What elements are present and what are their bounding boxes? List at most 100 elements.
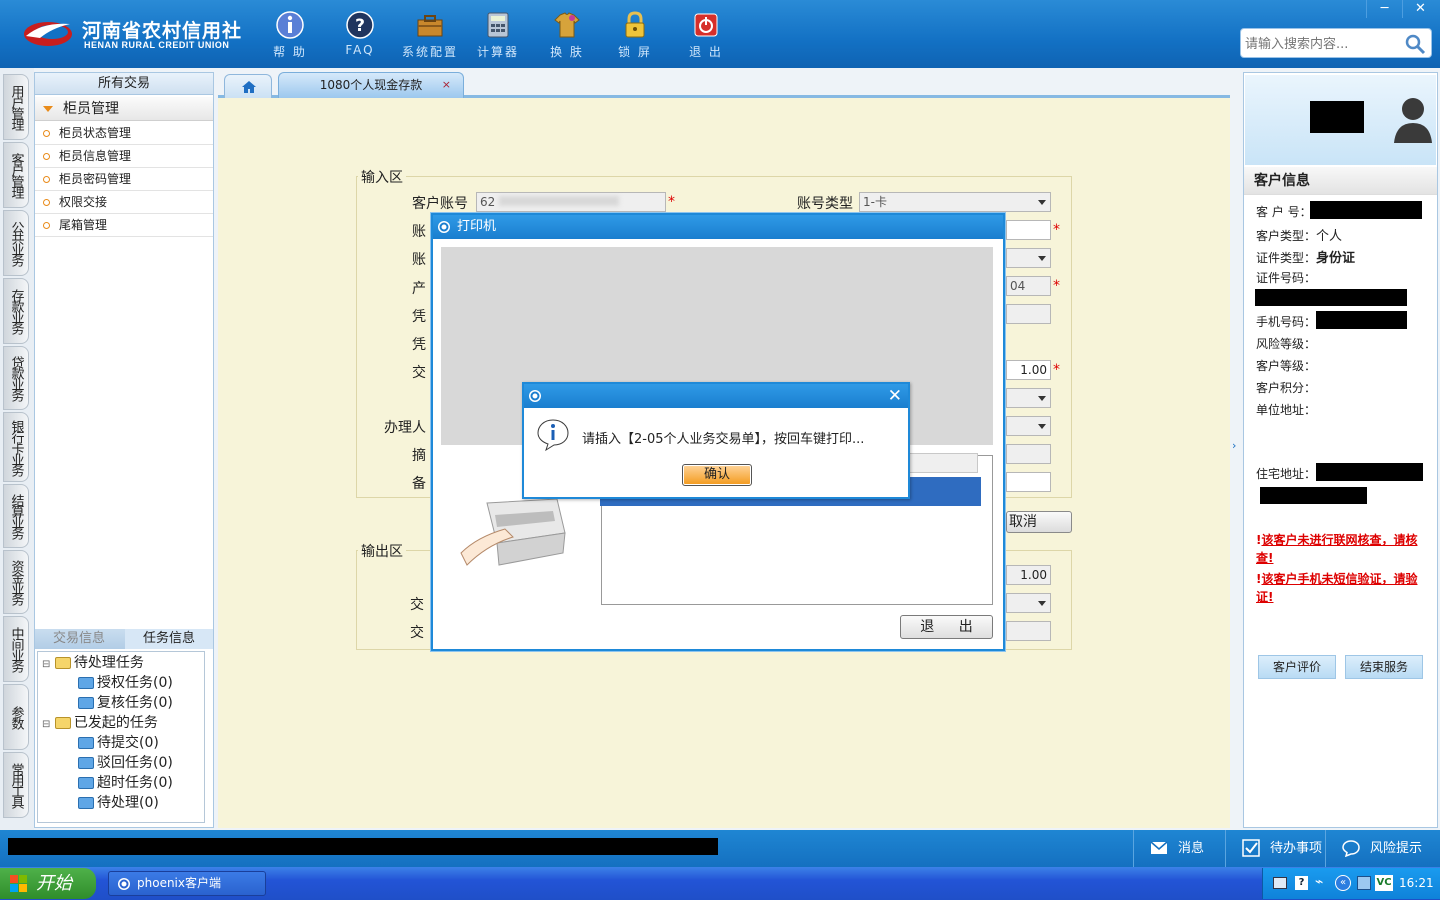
messages-button[interactable]: 消息 xyxy=(1133,830,1225,867)
product-input[interactable]: 04 xyxy=(1006,276,1051,296)
menu-item-label: 柜员密码管理 xyxy=(59,172,132,186)
partial-label: 交 xyxy=(410,625,424,641)
change-skin-button[interactable]: 换 肤 xyxy=(535,6,599,62)
partial-label: 账 xyxy=(412,252,426,268)
tree-node-label: 超时任务(0) xyxy=(97,775,173,791)
field-select[interactable] xyxy=(1006,248,1051,268)
all-transactions-header[interactable]: 所有交易 xyxy=(35,73,213,95)
vtab-customer-management[interactable]: 客户管理 xyxy=(3,142,29,208)
tab-cash-deposit[interactable]: 1080个人现金存款 × xyxy=(278,72,464,98)
field-select[interactable] xyxy=(1006,388,1051,408)
teller-management-group[interactable]: 柜员管理 xyxy=(35,97,213,121)
lock-icon xyxy=(625,11,645,38)
warning-sms-verification[interactable]: !该客户手机未短信验证，请验证! xyxy=(1256,570,1434,606)
tree-node-authorize[interactable]: 授权任务(0) xyxy=(78,673,173,693)
messages-label: 消息 xyxy=(1178,841,1205,856)
calculator-button[interactable]: 计算器 xyxy=(466,6,530,62)
warning-network-verification[interactable]: !该客户未进行联网核查，请核查! xyxy=(1256,531,1434,567)
home-tab[interactable] xyxy=(224,74,272,98)
tab-task-info[interactable]: 任务信息 xyxy=(125,629,213,649)
tree-node-to-process[interactable]: 待处理(0) xyxy=(78,793,159,813)
tab-close-icon[interactable]: × xyxy=(442,73,451,97)
tree-node-rejected[interactable]: 驳回任务(0) xyxy=(78,753,173,773)
menu-item-teller-info[interactable]: 柜员信息管理 xyxy=(35,145,213,168)
tree-node-to-submit[interactable]: 待提交(0) xyxy=(78,733,159,753)
search-input[interactable] xyxy=(1245,34,1405,54)
account-type-select[interactable]: 1-卡 xyxy=(859,192,1051,212)
usb-icon[interactable]: ⌁ xyxy=(1315,874,1325,892)
field-input[interactable] xyxy=(1006,444,1051,464)
vtab-public-business[interactable]: 公共业务 xyxy=(3,210,29,276)
help-tray-icon[interactable]: ? xyxy=(1295,876,1308,890)
lock-screen-button[interactable]: 锁 屏 xyxy=(603,6,667,62)
tree-node-timeout[interactable]: 超时任务(0) xyxy=(78,773,173,793)
field-value: 身份证 xyxy=(1316,251,1356,266)
tree-node-review[interactable]: 复核任务(0) xyxy=(78,693,173,713)
keyboard-icon[interactable] xyxy=(1273,877,1287,889)
vtab-user-management[interactable]: 用户管理 xyxy=(3,74,29,140)
collapse-arrow-icon[interactable]: › xyxy=(1232,426,1242,466)
start-button[interactable]: 开始 xyxy=(0,868,96,899)
field-input[interactable] xyxy=(1006,220,1051,240)
cancel-button[interactable]: 取消 xyxy=(1006,511,1072,533)
risk-alert-button[interactable]: 风险提示 xyxy=(1325,830,1440,867)
field-label: 单位地址： xyxy=(1256,403,1317,417)
power-icon xyxy=(694,13,718,37)
menu-item-cash-box[interactable]: 尾箱管理 xyxy=(35,214,213,237)
tree-node-pending[interactable]: ⊟ 待处理任务 xyxy=(42,653,144,673)
dropdown-arrow-icon xyxy=(1038,601,1046,606)
field-label: 客户等级： xyxy=(1256,359,1317,373)
dialog-close-button[interactable]: ✕ xyxy=(888,386,902,406)
menu-item-label: 尾箱管理 xyxy=(59,218,108,232)
output-amount: 1.00 xyxy=(1006,565,1051,585)
vtab-loan-business[interactable]: 贷款业务 xyxy=(3,346,29,410)
message-dialog: ✕ 请插入【2-05个人业务交易单】，按回车键打印... 确认 xyxy=(522,382,910,499)
calculator-label: 计算器 xyxy=(476,45,519,59)
customer-evaluation-button[interactable]: 客户评价 xyxy=(1258,655,1336,679)
menu-item-teller-status[interactable]: 柜员状态管理 xyxy=(35,122,213,145)
network-icon[interactable] xyxy=(1357,876,1371,890)
tree-node-initiated[interactable]: ⊟ 已发起的任务 xyxy=(42,713,158,733)
remark-input[interactable] xyxy=(1006,472,1051,492)
vc-icon[interactable]: VC xyxy=(1375,875,1393,891)
vtab-common-tools[interactable]: 常用工具 xyxy=(3,752,29,818)
menu-item-teller-password[interactable]: 柜员密码管理 xyxy=(35,168,213,191)
tab-transaction-info[interactable]: 交易信息 xyxy=(35,629,123,649)
vtab-settlement-business[interactable]: 结算业务 xyxy=(3,484,29,548)
change-skin-label: 换 肤 xyxy=(550,45,584,59)
system-config-button[interactable]: 系统配置 xyxy=(398,6,462,62)
todo-button[interactable]: 待办事项 xyxy=(1225,830,1325,867)
taskbar-item-phoenix[interactable]: phoenix客户端 xyxy=(108,871,266,896)
field-work-address: 单位地址： xyxy=(1256,401,1316,418)
account-type-value: 1-卡 xyxy=(863,195,887,209)
search-icon[interactable] xyxy=(1403,32,1427,56)
risk-alert-label: 风险提示 xyxy=(1370,841,1423,856)
calculator-icon xyxy=(487,12,509,38)
amount-input[interactable]: 1.00 xyxy=(1006,360,1051,380)
menu-item-permission-handover[interactable]: 权限交接 xyxy=(35,191,213,214)
close-window-button[interactable]: ✕ xyxy=(1402,0,1438,18)
partial-label: 凭 xyxy=(412,309,426,325)
account-label: 客户账号 xyxy=(412,196,468,212)
help-button[interactable]: 帮 助 xyxy=(258,6,322,62)
ie-icon xyxy=(118,878,130,890)
vtab-bank-card-business[interactable]: 银行卡业务 xyxy=(3,412,29,482)
minimize-button[interactable]: ─ xyxy=(1366,0,1402,18)
vtab-fund-business[interactable]: 资金业务 xyxy=(3,550,29,614)
field-select[interactable] xyxy=(1006,416,1051,436)
redacted-value xyxy=(1260,487,1367,504)
account-input[interactable]: 62 xyxy=(476,192,666,212)
field-input[interactable] xyxy=(1006,304,1051,324)
redacted-value xyxy=(1316,311,1407,329)
vtab-deposit-business[interactable]: 存款业务 xyxy=(3,278,29,344)
faq-button[interactable]: ? FAQ xyxy=(328,6,392,62)
expand-tray-icon[interactable]: « xyxy=(1335,875,1351,891)
mail-icon xyxy=(1150,841,1168,854)
vtab-parameters[interactable]: 参数 xyxy=(3,684,29,750)
confirm-button[interactable]: 确认 xyxy=(682,464,752,486)
message-text: 请插入【2-05个人业务交易单】，按回车键打印... xyxy=(582,432,865,447)
logout-button[interactable]: 退 出 xyxy=(674,6,738,62)
vtab-intermediate-business[interactable]: 中间业务 xyxy=(3,616,29,682)
end-service-button[interactable]: 结束服务 xyxy=(1345,655,1423,679)
printer-exit-button[interactable]: 退 出 xyxy=(900,615,993,639)
